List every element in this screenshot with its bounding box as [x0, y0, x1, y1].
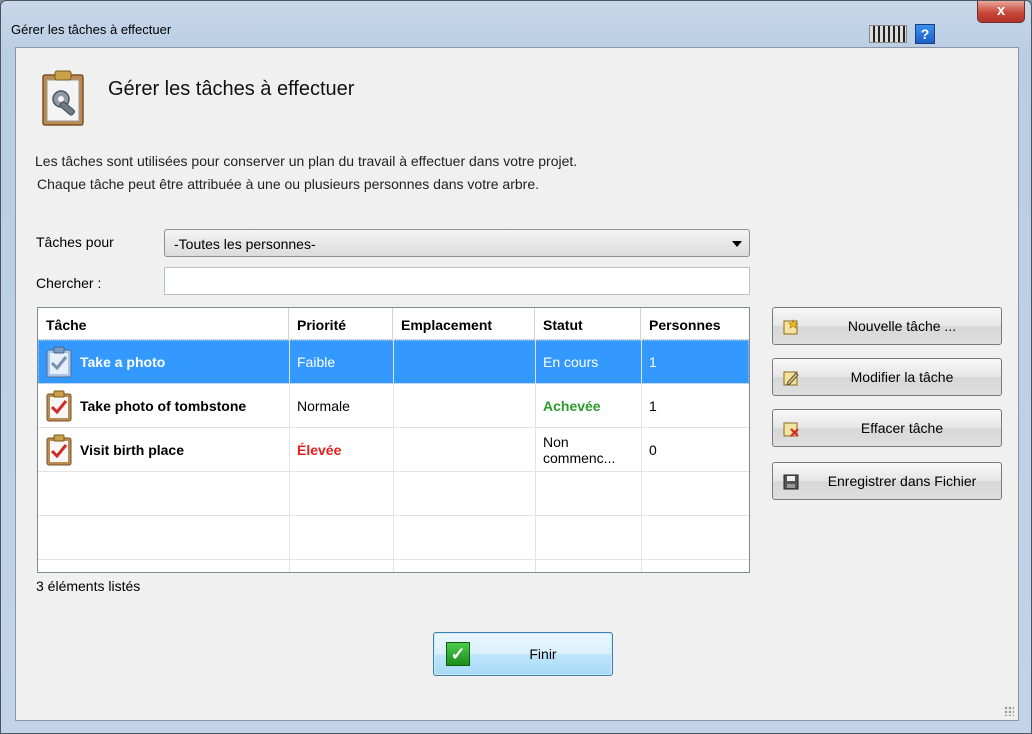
search-label: Chercher :	[36, 275, 102, 291]
people-cell: 1	[649, 397, 657, 414]
tasks-for-label: Tâches pour	[36, 234, 114, 250]
delete-task-label: Effacer tâche	[860, 420, 944, 436]
close-button[interactable]: x	[977, 1, 1025, 23]
delete-task-icon	[783, 422, 799, 437]
column-header-priority[interactable]: Priorité	[289, 308, 393, 340]
location-cell	[393, 384, 535, 427]
task-cell: Take a photo	[38, 340, 289, 383]
task-name: Take a photo	[80, 353, 166, 370]
dialog-window: Gérer les tâches à effectuer ? x Gérer l…	[0, 0, 1032, 734]
tasks-table: Tâche Priorité Emplacement Statut Person…	[37, 307, 750, 573]
save-icon	[783, 474, 799, 490]
new-task-label: Nouvelle tâche ...	[847, 318, 957, 334]
save-to-file-button[interactable]: Enregistrer dans Fichier	[772, 462, 1002, 500]
clipboard-tools-icon	[42, 70, 84, 126]
new-task-icon	[783, 319, 798, 335]
tasks-for-value: -Toutes les personnes-	[174, 236, 316, 252]
edit-task-icon	[783, 371, 799, 386]
column-header-status[interactable]: Statut	[535, 308, 641, 340]
task-clipboard-icon	[46, 346, 72, 377]
save-to-file-label: Enregistrer dans Fichier	[827, 473, 977, 489]
location-cell	[393, 428, 535, 471]
status-line-1: Non	[543, 433, 569, 450]
table-header: Tâche Priorité Emplacement Statut Person…	[38, 308, 749, 340]
task-clipboard-icon	[46, 434, 72, 465]
status-line-2: commenc...	[543, 449, 616, 466]
people-cell: 1	[649, 353, 657, 370]
status-cell: Non commenc...	[535, 428, 641, 471]
new-task-button[interactable]: Nouvelle tâche ...	[772, 307, 1002, 345]
finish-button[interactable]: ✓ Finir	[433, 632, 613, 676]
description-line-1: Les tâches sont utilisées pour conserver…	[35, 153, 578, 169]
task-clipboard-icon	[46, 390, 72, 421]
task-name: Take photo of tombstone	[80, 397, 247, 414]
priority-cell: Normale	[297, 397, 350, 414]
status-cell: Achevée	[543, 397, 601, 414]
edit-task-button[interactable]: Modifier la tâche	[772, 358, 1002, 396]
column-divider	[289, 340, 290, 572]
column-divider	[535, 340, 536, 572]
column-divider	[641, 340, 642, 572]
task-name: Visit birth place	[80, 441, 184, 458]
column-header-people[interactable]: Personnes	[641, 308, 749, 340]
task-cell: Visit birth place	[38, 428, 289, 471]
status-cell: En cours	[543, 353, 599, 370]
page-title: Gérer les tâches à effectuer	[108, 78, 355, 100]
delete-task-button[interactable]: Effacer tâche	[772, 409, 1002, 447]
resize-grip[interactable]	[1004, 706, 1014, 716]
finish-label: Finir	[529, 646, 557, 662]
search-input[interactable]	[164, 267, 750, 295]
people-cell: 0	[649, 441, 657, 458]
help-icon[interactable]: ?	[915, 24, 935, 44]
description-line-2: Chaque tâche peut être attribuée à une o…	[37, 176, 539, 192]
window-title: Gérer les tâches à effectuer	[11, 22, 172, 37]
column-divider	[393, 340, 394, 572]
column-header-location[interactable]: Emplacement	[393, 308, 535, 340]
edit-task-label: Modifier la tâche	[850, 369, 954, 385]
checkmark-icon: ✓	[446, 642, 470, 666]
column-header-task[interactable]: Tâche	[38, 308, 289, 340]
priority-cell: Faible	[297, 353, 336, 370]
priority-cell: Élevée	[297, 441, 342, 458]
dialog-content: Gérer les tâches à effectuer Les tâches …	[15, 47, 1019, 721]
items-count: 3 éléments listés	[36, 578, 141, 594]
chevron-down-icon	[732, 241, 742, 247]
keyboard-icon[interactable]	[869, 25, 907, 43]
tasks-for-dropdown[interactable]: -Toutes les personnes-	[164, 229, 750, 257]
task-cell: Take photo of tombstone	[38, 384, 289, 427]
location-cell	[393, 340, 535, 383]
